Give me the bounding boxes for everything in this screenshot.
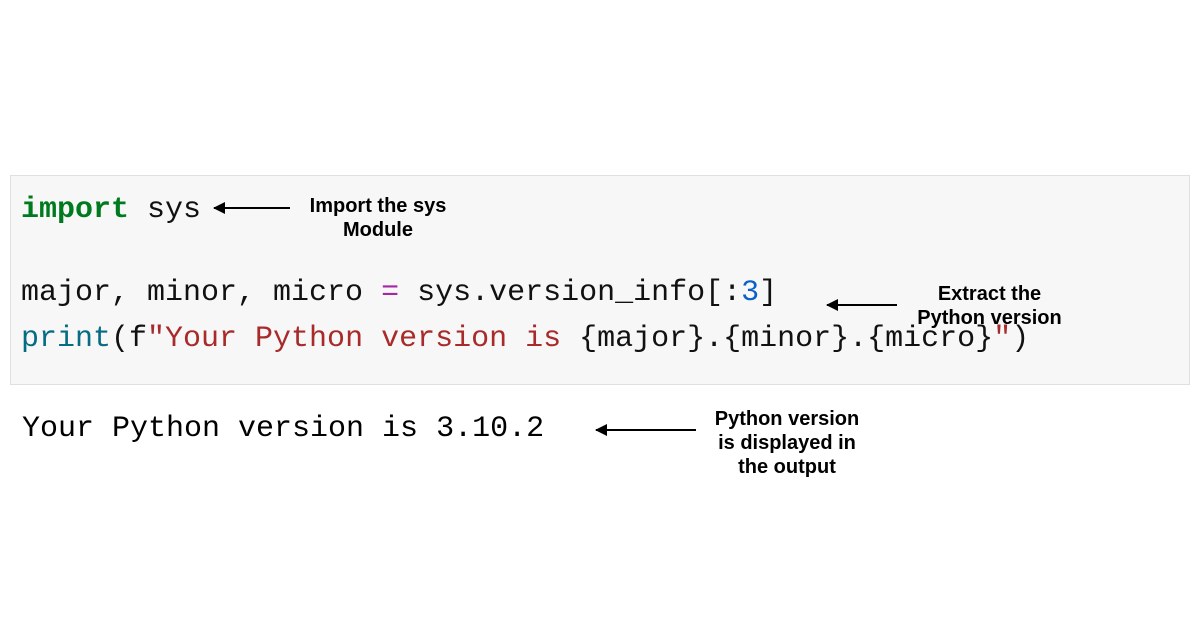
arrow-left-icon [827, 304, 897, 306]
code-line-1: import sys [21, 190, 1179, 231]
annotation-import: Import the sys Module [298, 194, 458, 242]
annotation-text: Module [343, 219, 413, 241]
code-text: ] [759, 276, 777, 310]
annotation-text: Extract the [938, 283, 1041, 305]
code-text: (f [111, 322, 147, 356]
annotation-text: Python version [917, 307, 1061, 329]
arrow-left-icon [214, 207, 290, 209]
code-block: import sys major, minor, micro = sys.ver… [10, 175, 1190, 385]
code-text: sys [129, 193, 201, 227]
annotation-text: the output [738, 456, 836, 478]
keyword-import: import [21, 193, 129, 227]
annotation-extract: Extract the Python version [902, 282, 1077, 330]
code-text: major, minor, micro [21, 276, 381, 310]
annotation-text: is displayed in [718, 432, 856, 454]
annotation-output: Python version is displayed in the outpu… [702, 407, 872, 479]
string-literal: "Your Python version is [147, 322, 579, 356]
number-literal: 3 [741, 276, 759, 310]
code-text: sys.version_info[: [399, 276, 741, 310]
annotation-text: Import the sys [310, 195, 447, 217]
output-line: Your Python version is 3.10.2 [22, 412, 544, 446]
function-print: print [21, 322, 111, 356]
operator-equals: = [381, 276, 399, 310]
annotation-text: Python version [715, 408, 859, 430]
arrow-left-icon [596, 429, 696, 431]
